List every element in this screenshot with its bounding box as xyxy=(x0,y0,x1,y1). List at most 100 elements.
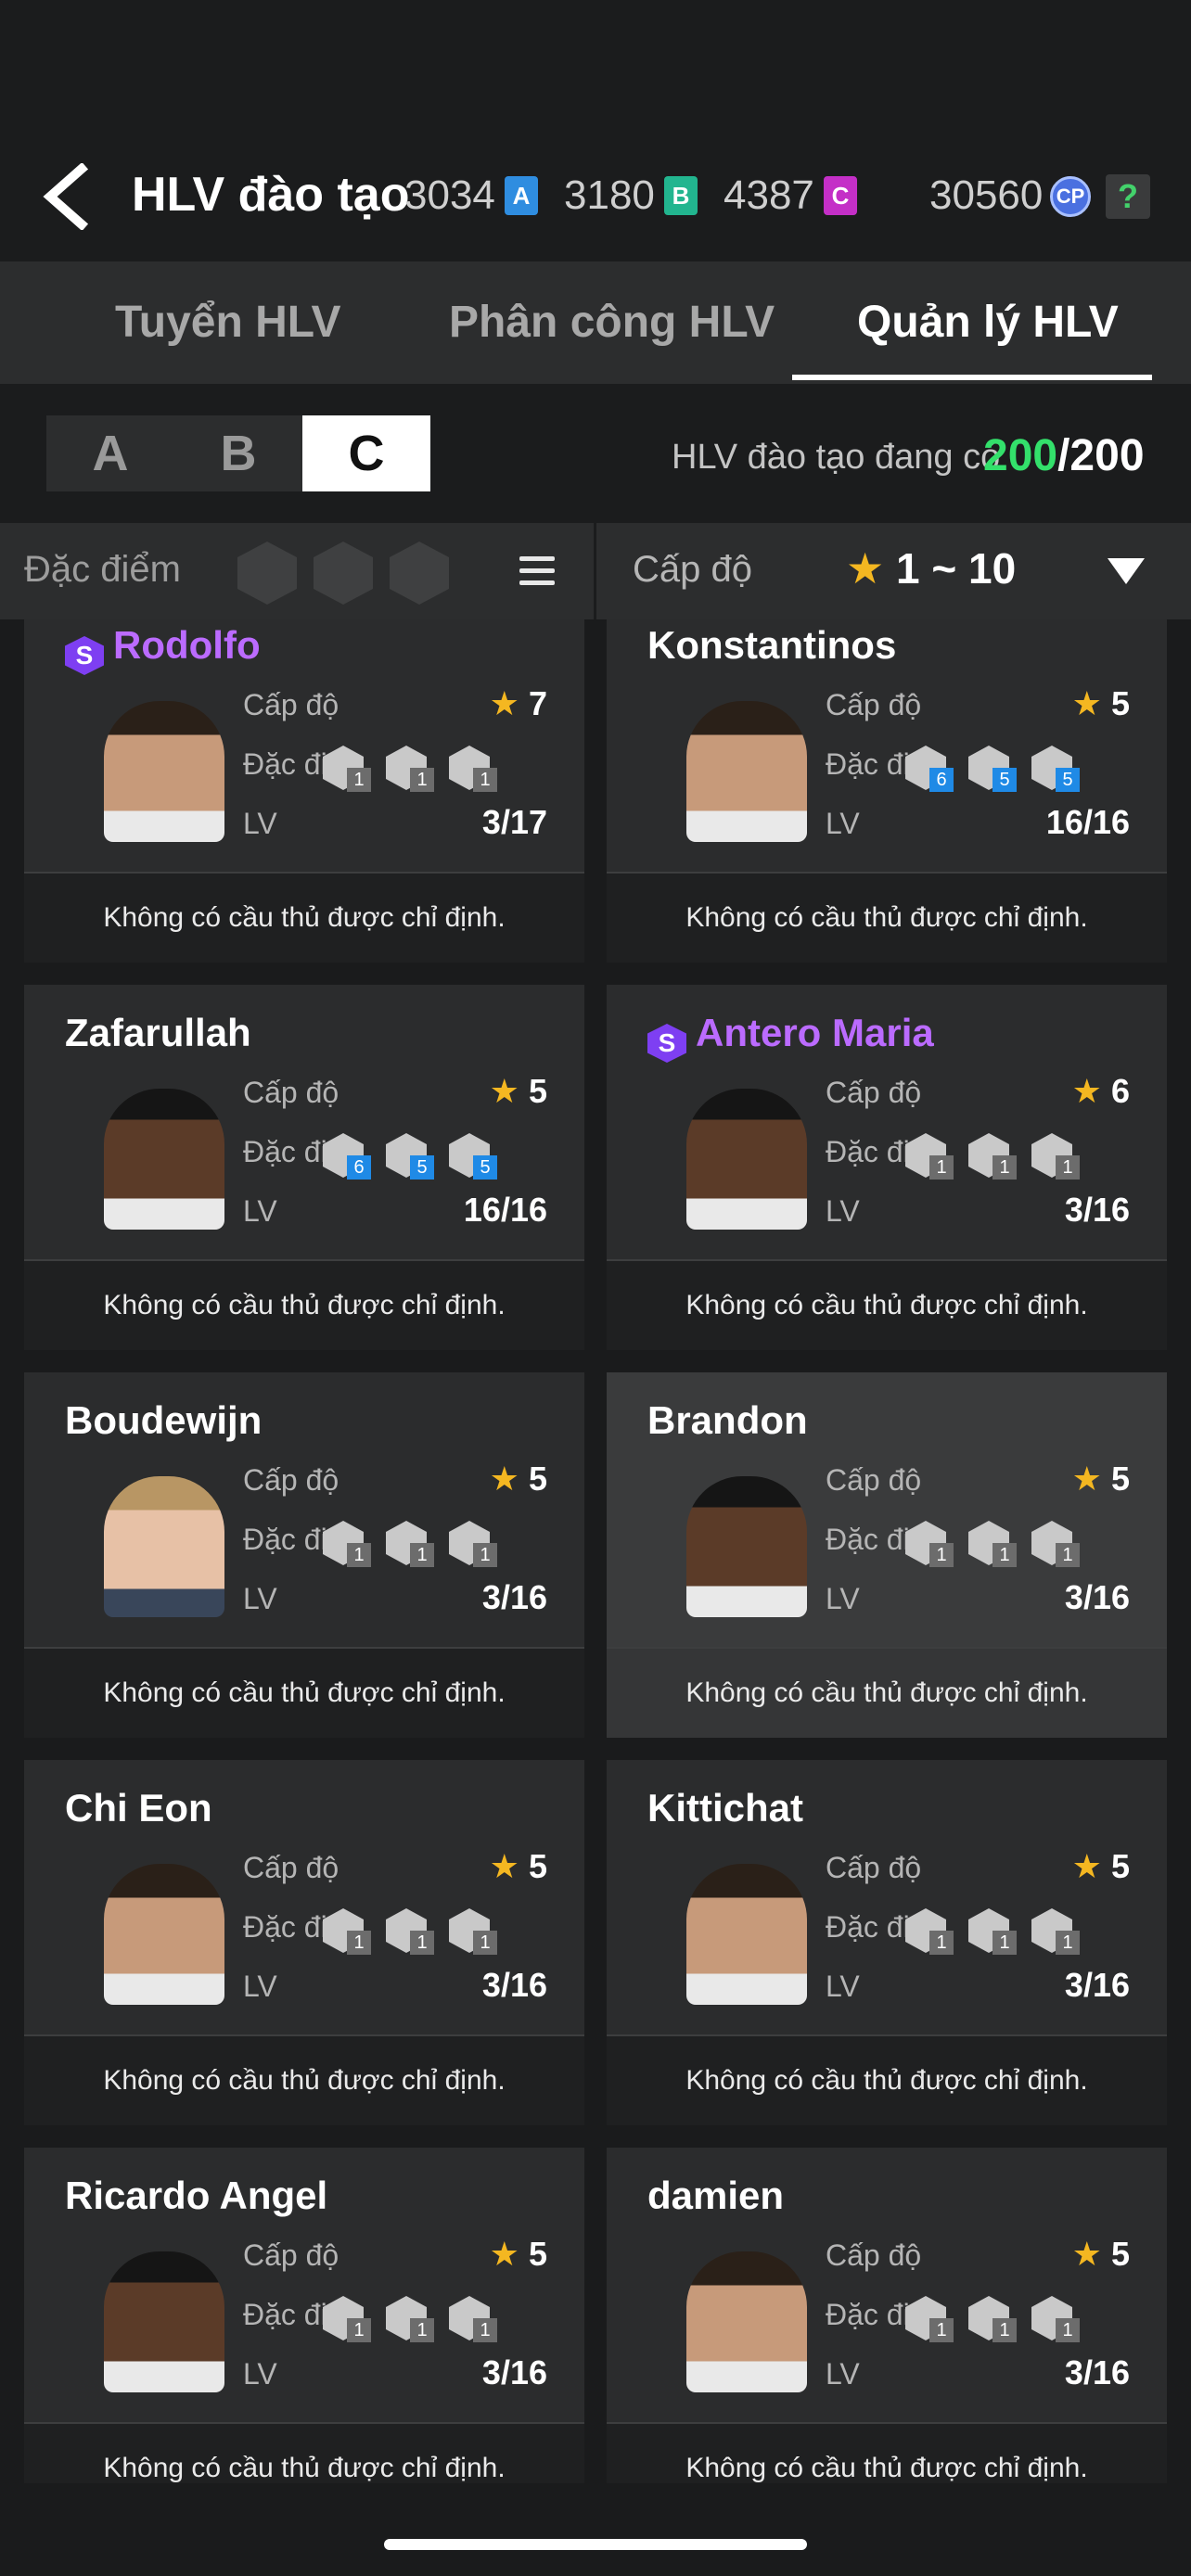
coach-count-label: HLV đào tạo đang có xyxy=(672,438,1001,477)
coach-level: ★ 6 xyxy=(1072,1072,1130,1111)
level-label: Cấp độ xyxy=(826,1851,922,1884)
lv-label: LV xyxy=(243,1194,277,1228)
lv-label: LV xyxy=(826,807,860,840)
coach-card[interactable]: BrandonCấp độ★ 5Đặc điểm111LV3/16Không c… xyxy=(607,1372,1167,1738)
back-arrow-icon[interactable] xyxy=(41,163,93,230)
coach-card[interactable]: KonstantinosCấp độ★ 5Đặc điểm655LV16/16K… xyxy=(607,619,1167,963)
currency-a-value: 3034 xyxy=(404,172,495,218)
star-icon: ★ xyxy=(489,684,519,722)
grade-a-button[interactable]: A xyxy=(46,415,174,491)
trait-level: 6 xyxy=(347,1155,371,1180)
star-icon: ★ xyxy=(1071,2235,1102,2273)
dropdown-arrow-icon[interactable] xyxy=(1108,558,1145,584)
coach-portrait xyxy=(686,1089,807,1230)
coach-level: ★ 7 xyxy=(490,684,547,723)
filter-bar: Đặc điểm đ Cấp độ ★ 1 ~ 10 xyxy=(0,523,1191,619)
assigned-player-status: Không có cầu thủ được chỉ định. xyxy=(24,2424,584,2483)
coach-name: Kittichat xyxy=(647,1786,803,1830)
top-bar: HLV đào tạo 3034 A 3180 B 4387 C 30560 C… xyxy=(0,0,1191,261)
coach-card[interactable]: ZafarullahCấp độ★ 5Đặc điểm655LV16/16Khô… xyxy=(24,985,584,1350)
level-filter-label: Cấp độ xyxy=(633,549,752,590)
coach-name-text: Boudewijn xyxy=(65,1398,263,1442)
star-icon: ★ xyxy=(846,544,885,593)
cp-coin-icon: CP xyxy=(1050,176,1091,217)
level-range[interactable]: ★ 1 ~ 10 xyxy=(846,543,1016,593)
trait-level: 1 xyxy=(473,1543,497,1567)
coach-portrait xyxy=(104,701,224,842)
coach-lv: 3/16 xyxy=(1064,2353,1130,2391)
special-s-badge-icon: S xyxy=(65,636,104,675)
trait-filter-slot-1[interactable] xyxy=(237,542,297,605)
trait-level: 1 xyxy=(473,768,497,792)
currency-b-value: 3180 xyxy=(564,172,655,218)
coach-list: SRodolfoCấp độ★ 7Đặc điểm111LV3/17Không … xyxy=(0,619,1191,2483)
trait-filter-slot-2[interactable] xyxy=(314,542,373,605)
coach-card[interactable]: SRodolfoCấp độ★ 7Đặc điểm111LV3/17Không … xyxy=(24,619,584,963)
coach-portrait xyxy=(686,2251,807,2392)
coach-level-value: 5 xyxy=(528,1460,547,1498)
coach-name: S Rodolfo xyxy=(65,623,261,675)
cp-value: 30560 xyxy=(929,172,1044,218)
coach-name: Boudewijn xyxy=(65,1398,262,1443)
coach-name: S Antero Maria xyxy=(647,1011,934,1063)
trait-level: 1 xyxy=(347,2318,371,2342)
coach-level: ★ 5 xyxy=(490,1072,547,1111)
coach-card[interactable]: damienCấp độ★ 5Đặc điểm111LV3/16Không có… xyxy=(607,2148,1167,2483)
coach-portrait xyxy=(104,1476,224,1617)
coach-card[interactable]: BoudewijnCấp độ★ 5Đặc điểm111LV3/16Không… xyxy=(24,1372,584,1738)
trait-level: 5 xyxy=(992,768,1017,792)
coach-card[interactable]: SAntero MariaCấp độ★ 6Đặc điểm111LV3/16K… xyxy=(607,985,1167,1350)
coach-name-text: Ricardo Angel xyxy=(65,2174,328,2217)
coach-name-text: Konstantinos xyxy=(647,623,897,667)
home-indicator[interactable] xyxy=(384,2539,807,2550)
trait-filter-slot-3[interactable] xyxy=(390,542,449,605)
lv-label: LV xyxy=(826,1582,860,1615)
coach-name-text: Rodolfo xyxy=(113,623,261,667)
coach-card[interactable]: KittichatCấp độ★ 5Đặc điểm111LV3/16Không… xyxy=(607,1760,1167,2125)
help-button[interactable]: ? xyxy=(1106,174,1150,219)
level-label: Cấp độ xyxy=(826,688,922,721)
tab-bar: Tuyển HLV Phân công HLV Quản lý HLV xyxy=(0,261,1191,384)
lv-label: LV xyxy=(243,1582,277,1615)
trait-level: 1 xyxy=(1056,1543,1080,1567)
coach-level-value: 5 xyxy=(1110,2235,1130,2273)
coach-token-a-icon: A xyxy=(505,176,538,215)
coach-level: ★ 5 xyxy=(1072,2235,1130,2274)
trait-level: 1 xyxy=(410,2318,434,2342)
tab-assign-coach[interactable]: Phân công HLV xyxy=(449,261,775,384)
coach-name-text: Kittichat xyxy=(647,1786,803,1830)
lv-label: LV xyxy=(826,1194,860,1228)
star-icon: ★ xyxy=(489,2235,519,2273)
filter-menu-icon[interactable] xyxy=(519,556,555,586)
tab-recruit-coach[interactable]: Tuyển HLV xyxy=(115,261,341,384)
coach-name: Zafarullah xyxy=(65,1011,251,1055)
star-icon: ★ xyxy=(489,1847,519,1885)
trait-level: 1 xyxy=(410,1931,434,1955)
grade-c-button[interactable]: C xyxy=(302,415,430,491)
level-label: Cấp độ xyxy=(243,2238,339,2272)
coach-lv: 16/16 xyxy=(1045,803,1130,841)
coach-level-value: 5 xyxy=(1110,1460,1130,1498)
trait-filter-label[interactable]: Đặc điểm đ xyxy=(24,549,191,591)
coach-name: Konstantinos xyxy=(647,623,896,668)
trait-level: 1 xyxy=(347,1931,371,1955)
trait-level: 1 xyxy=(992,1931,1017,1955)
coach-card[interactable]: Ricardo AngelCấp độ★ 5Đặc điểm111LV3/16K… xyxy=(24,2148,584,2483)
trait-level: 5 xyxy=(1056,768,1080,792)
coach-lv: 3/16 xyxy=(481,1966,547,2004)
level-label: Cấp độ xyxy=(243,688,339,721)
tab-manage-coach[interactable]: Quản lý HLV xyxy=(857,261,1119,384)
grade-b-button[interactable]: B xyxy=(174,415,302,491)
coach-name-text: Antero Maria xyxy=(696,1011,934,1054)
assigned-player-status: Không có cầu thủ được chỉ định. xyxy=(607,2036,1167,2125)
lv-label: LV xyxy=(826,1970,860,2003)
trait-level: 1 xyxy=(929,2318,954,2342)
coach-level: ★ 5 xyxy=(490,2235,547,2274)
coach-name: Brandon xyxy=(647,1398,808,1443)
level-label: Cấp độ xyxy=(826,2238,922,2272)
filter-divider xyxy=(594,523,596,619)
special-s-badge-icon: S xyxy=(647,1024,686,1063)
coach-card[interactable]: Chi EonCấp độ★ 5Đặc điểm111LV3/16Không c… xyxy=(24,1760,584,2125)
assigned-player-status: Không có cầu thủ được chỉ định. xyxy=(607,874,1167,963)
active-tab-indicator xyxy=(792,375,1152,380)
